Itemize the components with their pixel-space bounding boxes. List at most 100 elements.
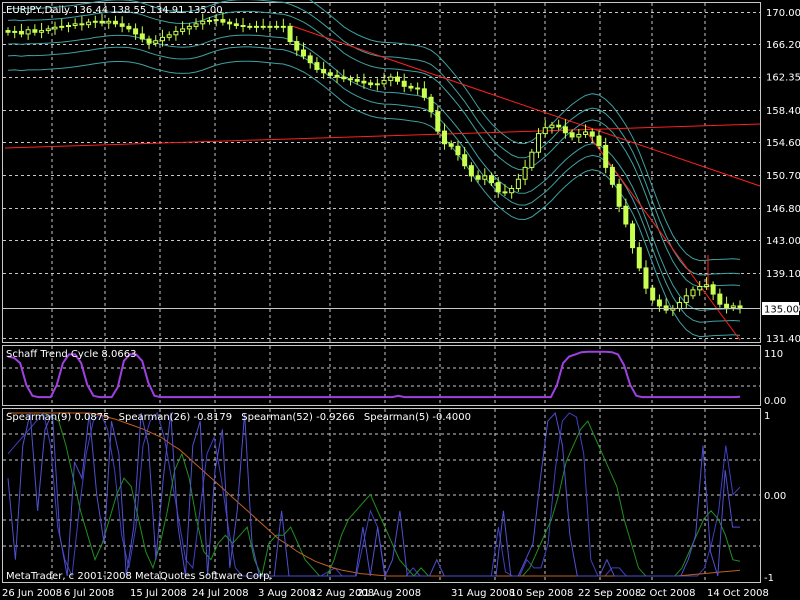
candle-body[interactable] <box>623 205 629 225</box>
candle-body[interactable] <box>233 23 239 27</box>
candle-body[interactable] <box>448 143 454 147</box>
candle-body[interactable] <box>240 25 246 28</box>
candle-body[interactable] <box>139 33 145 40</box>
candle-body[interactable] <box>32 29 38 33</box>
candle-body[interactable] <box>247 25 253 28</box>
candle-body[interactable] <box>361 80 367 84</box>
candle-body[interactable] <box>39 30 45 33</box>
candle-body[interactable] <box>650 287 656 301</box>
candle-body[interactable] <box>596 135 602 146</box>
candle-body[interactable] <box>18 30 24 35</box>
candle-body[interactable] <box>710 284 716 295</box>
candle-body[interactable] <box>347 78 353 81</box>
candle-body[interactable] <box>374 83 380 86</box>
candle-body[interactable] <box>468 165 474 177</box>
candle-body[interactable] <box>502 191 508 194</box>
candle-body[interactable] <box>703 284 709 287</box>
candle-body[interactable] <box>677 302 683 309</box>
candle-body[interactable] <box>287 25 293 43</box>
candle-body[interactable] <box>482 175 488 180</box>
candle-body[interactable] <box>294 41 300 51</box>
candle-body[interactable] <box>489 175 495 184</box>
trendline-long[interactable] <box>4 123 761 149</box>
candle-body[interactable] <box>300 49 306 57</box>
candle-body[interactable] <box>717 293 723 305</box>
candle-body[interactable] <box>79 23 85 26</box>
candle-body[interactable] <box>368 82 374 86</box>
candle-body[interactable] <box>133 28 139 35</box>
candle-body[interactable] <box>630 223 636 249</box>
candle-body[interactable] <box>321 68 327 74</box>
candle-body[interactable] <box>213 19 219 22</box>
candle-body[interactable] <box>92 20 98 23</box>
candle-body[interactable] <box>159 36 165 42</box>
chart-canvas[interactable]: 170.00 166.20 162.35 158.40 154.60 150.70 146.… <box>0 0 800 600</box>
candle-body[interactable] <box>253 25 259 28</box>
candle-body[interactable] <box>200 20 206 25</box>
candle-body[interactable] <box>643 267 649 289</box>
candle-body[interactable] <box>697 285 703 291</box>
candle-body[interactable] <box>475 175 481 180</box>
candle-body[interactable] <box>267 25 273 28</box>
candle-body[interactable] <box>401 80 407 87</box>
candle-body[interactable] <box>106 20 112 24</box>
candle-body[interactable] <box>260 25 266 28</box>
candle-body[interactable] <box>186 25 192 30</box>
candle-body[interactable] <box>603 144 609 168</box>
candle-body[interactable] <box>45 28 51 32</box>
candle-body[interactable] <box>495 182 501 193</box>
candle-body[interactable] <box>314 62 320 70</box>
candle-body[interactable] <box>206 19 212 22</box>
candle-body[interactable] <box>609 166 615 185</box>
candle-body[interactable] <box>52 26 58 30</box>
candle-body[interactable] <box>536 133 542 153</box>
candle-body[interactable] <box>737 305 743 309</box>
trendline-down-1[interactable] <box>291 25 761 187</box>
candle-body[interactable] <box>112 20 118 25</box>
candle-body[interactable] <box>388 76 394 81</box>
candle-body[interactable] <box>59 25 65 28</box>
candle-body[interactable] <box>153 40 159 44</box>
candle-body[interactable] <box>442 130 448 145</box>
candle-body[interactable] <box>730 305 736 309</box>
candle-body[interactable] <box>25 29 31 35</box>
candle-body[interactable] <box>656 299 662 307</box>
candle-body[interactable] <box>462 154 468 167</box>
candle-body[interactable] <box>65 25 71 28</box>
candle-body[interactable] <box>354 79 360 82</box>
candle-body[interactable] <box>119 23 125 27</box>
candle-body[interactable] <box>556 124 562 128</box>
candle-body[interactable] <box>549 124 555 129</box>
candle-body[interactable] <box>146 38 152 44</box>
candle-body[interactable] <box>280 25 286 28</box>
candle-body[interactable] <box>522 166 528 180</box>
candle-body[interactable] <box>542 127 548 135</box>
candle-body[interactable] <box>690 289 696 297</box>
candle-body[interactable] <box>415 87 421 90</box>
candle-body[interactable] <box>166 34 172 38</box>
candle-body[interactable] <box>636 247 642 269</box>
candle-body[interactable] <box>435 111 441 132</box>
candle-body[interactable] <box>616 183 622 207</box>
candle-body[interactable] <box>381 79 387 85</box>
candle-body[interactable] <box>307 55 313 64</box>
candle-body[interactable] <box>12 30 18 33</box>
candle-body[interactable] <box>395 76 401 82</box>
candle-body[interactable] <box>589 131 595 137</box>
candle-body[interactable] <box>724 303 730 309</box>
candle-body[interactable] <box>86 21 92 26</box>
candle-body[interactable] <box>683 295 689 304</box>
candle-body[interactable] <box>509 188 515 194</box>
candle-body[interactable] <box>220 19 226 23</box>
candle-body[interactable] <box>455 145 461 156</box>
candle-body[interactable] <box>529 151 535 168</box>
candle-body[interactable] <box>173 30 179 36</box>
candle-body[interactable] <box>515 178 521 190</box>
candle-body[interactable] <box>227 21 233 25</box>
candle-body[interactable] <box>193 23 199 27</box>
candle-body[interactable] <box>576 133 582 138</box>
candle-body[interactable] <box>180 28 186 32</box>
candle-body[interactable] <box>408 85 414 89</box>
candle-body[interactable] <box>327 72 333 76</box>
candle-body[interactable] <box>99 20 105 24</box>
